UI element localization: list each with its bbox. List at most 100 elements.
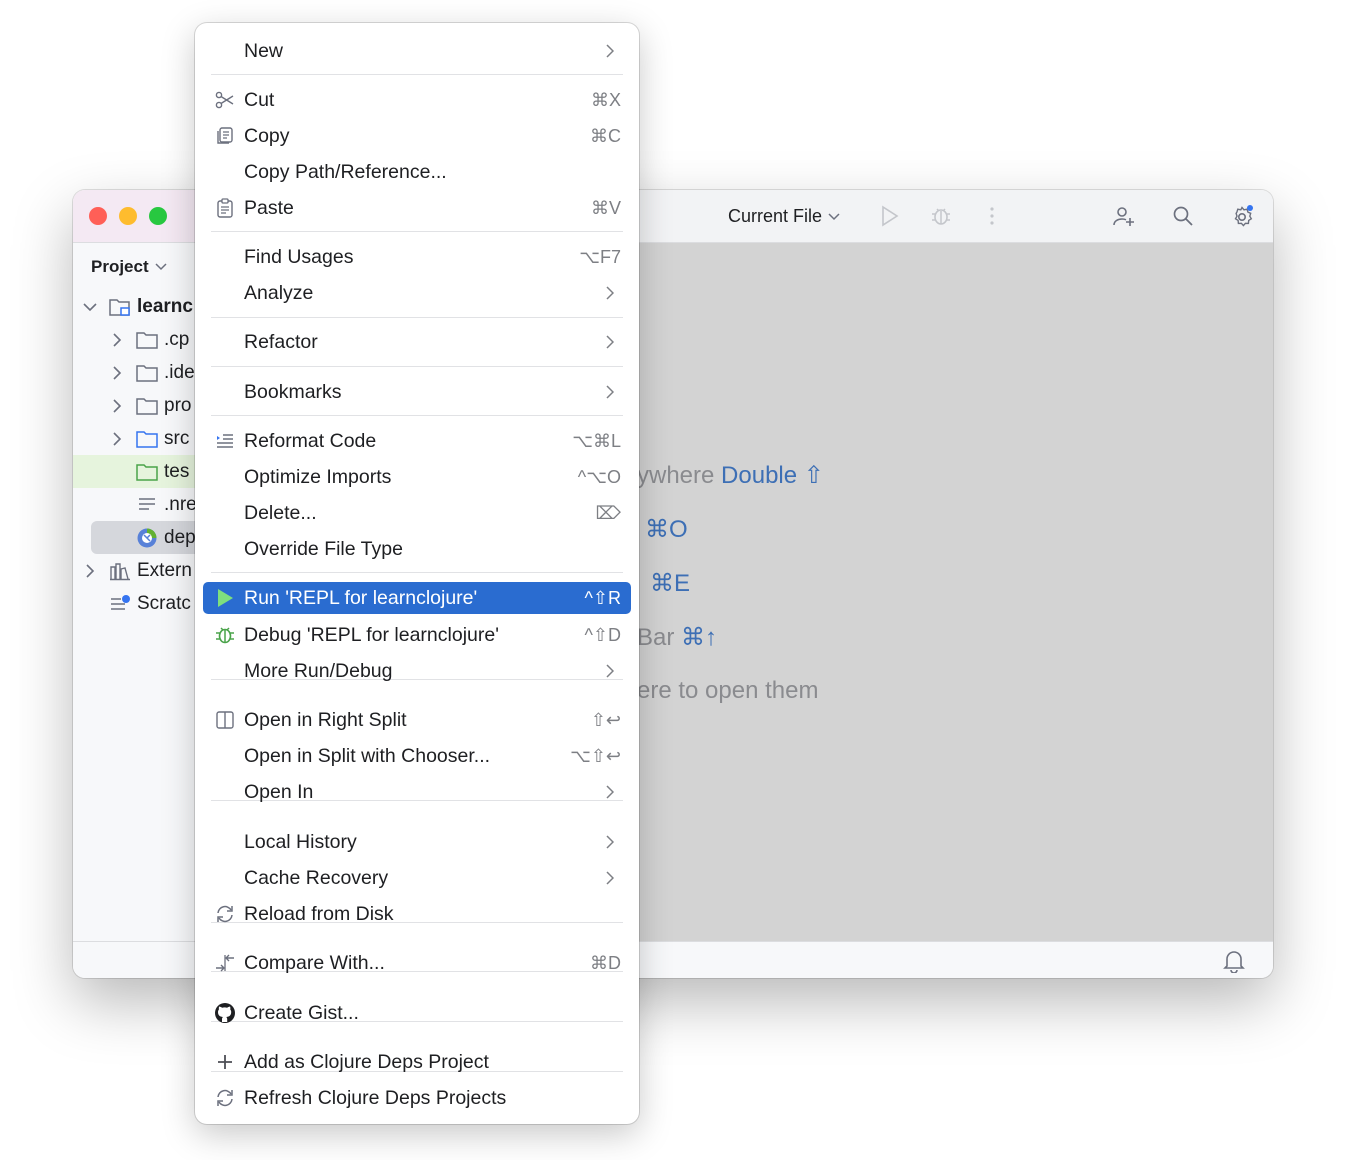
- tree-item-label: pro: [164, 394, 192, 416]
- more-actions-button[interactable]: [979, 203, 1005, 229]
- menu-item-label: Delete...: [244, 502, 317, 524]
- scratches-icon: [109, 594, 131, 614]
- menu-separator: [211, 317, 623, 318]
- menu-item-copy[interactable]: Copy ⌘C: [203, 120, 631, 152]
- copy-icon: [214, 125, 236, 147]
- tree-item-label: .nre: [164, 493, 197, 515]
- search-everywhere-button[interactable]: [1170, 203, 1196, 229]
- add-user-icon: [1113, 207, 1134, 226]
- hint-text: Bar: [637, 624, 682, 651]
- minimize-window-button[interactable]: [119, 207, 137, 225]
- hint-text: ywhere: [637, 462, 722, 489]
- notifications-button[interactable]: [1223, 949, 1245, 974]
- menu-item-label: Open In: [244, 781, 314, 803]
- menu-item-compare-with[interactable]: Compare With... ⌘D: [203, 947, 631, 979]
- chevron-right-icon: [603, 784, 617, 800]
- plus-icon: [214, 1051, 236, 1073]
- menu-item-local-history[interactable]: Local History: [203, 826, 631, 858]
- search-icon: [1173, 206, 1193, 226]
- tree-item-selected[interactable]: dep: [91, 521, 208, 554]
- menu-separator: [211, 366, 623, 367]
- menu-item-label: Refresh Clojure Deps Projects: [244, 1087, 507, 1109]
- menu-item-bookmarks[interactable]: Bookmarks: [203, 376, 631, 408]
- tree-item[interactable]: .cp: [73, 323, 208, 356]
- chevron-right-icon[interactable]: [110, 398, 124, 413]
- tree-item[interactable]: .ide: [73, 356, 208, 389]
- menu-item-debug-repl[interactable]: Debug 'REPL for learnclojure' ^⇧D: [203, 619, 631, 651]
- menu-item-override-file-type[interactable]: Override File Type: [203, 533, 631, 565]
- source-folder-icon: [136, 429, 158, 449]
- refresh-icon: [214, 1087, 236, 1109]
- tree-item[interactable]: src: [73, 422, 208, 455]
- tree-item-root[interactable]: learnc: [73, 290, 208, 323]
- hint-text: ere to open them: [637, 677, 819, 704]
- menu-item-shortcut: ⌘D: [590, 953, 621, 973]
- tree-item[interactable]: pro: [73, 389, 208, 422]
- menu-item-cut[interactable]: Cut ⌘X: [203, 84, 631, 116]
- project-view-selector[interactable]: Project: [91, 257, 167, 277]
- menu-item-label: Local History: [244, 831, 357, 853]
- gear-icon: [1234, 205, 1253, 227]
- menu-item-label: Bookmarks: [244, 381, 342, 403]
- menu-item-open-in[interactable]: Open In: [203, 776, 631, 808]
- menu-item-run-repl[interactable]: Run 'REPL for learnclojure' ^⇧R: [203, 582, 631, 614]
- menu-item-reformat-code[interactable]: Reformat Code ⌥⌘L: [203, 425, 631, 457]
- chevron-right-icon: [603, 334, 617, 350]
- chevron-right-icon: [603, 285, 617, 301]
- menu-item-open-in-right-split[interactable]: Open in Right Split ⇧↩: [203, 704, 631, 736]
- menu-item-reload-from-disk[interactable]: Reload from Disk: [203, 898, 631, 930]
- run-config-label: Current File: [728, 206, 823, 226]
- menu-item-refactor[interactable]: Refactor: [203, 326, 631, 358]
- chevron-right-icon: [603, 870, 617, 886]
- menu-item-refresh-clojure-deps-projects[interactable]: Refresh Clojure Deps Projects: [203, 1082, 631, 1114]
- menu-item-add-clojure-deps-project[interactable]: Add as Clojure Deps Project: [203, 1046, 631, 1078]
- menu-item-shortcut: ⌥F7: [579, 247, 621, 267]
- tree-item-label: .cp: [164, 328, 190, 350]
- menu-item-analyze[interactable]: Analyze: [203, 277, 631, 309]
- run-button[interactable]: [877, 203, 903, 229]
- menu-separator: [211, 74, 623, 75]
- chevron-right-icon[interactable]: [110, 332, 124, 347]
- debug-button[interactable]: [928, 203, 954, 229]
- menu-item-create-gist[interactable]: Create Gist...: [203, 997, 631, 1029]
- menu-item-find-usages[interactable]: Find Usages ⌥F7: [203, 241, 631, 273]
- zoom-window-button[interactable]: [149, 207, 167, 225]
- menu-item-label: Create Gist...: [244, 1002, 359, 1024]
- tree-item-label: tes: [164, 460, 190, 482]
- menu-item-new[interactable]: New: [203, 35, 631, 67]
- goto-file-hint: ⌘O: [645, 515, 688, 544]
- tree-item-label: Scratc: [137, 592, 191, 614]
- chevron-down-icon[interactable]: [83, 300, 97, 314]
- chevron-right-icon[interactable]: [83, 563, 97, 578]
- search-everywhere-hint: ywhere Double ⇧: [637, 461, 824, 490]
- tree-item[interactable]: tes: [73, 455, 208, 488]
- menu-item-cache-recovery[interactable]: Cache Recovery: [203, 862, 631, 894]
- menu-item-paste[interactable]: Paste ⌘V: [203, 192, 631, 224]
- chevron-down-icon: [828, 212, 840, 220]
- project-view-title: Project: [91, 257, 149, 276]
- close-window-button[interactable]: [89, 207, 107, 225]
- tree-item[interactable]: Scratc: [73, 587, 208, 620]
- menu-item-open-in-split-with-chooser[interactable]: Open in Split with Chooser... ⌥⇧↩: [203, 740, 631, 772]
- menu-item-label: Run 'REPL for learnclojure': [244, 587, 478, 609]
- tree-item[interactable]: Extern: [73, 554, 208, 587]
- menu-item-optimize-imports[interactable]: Optimize Imports ^⌥O: [203, 461, 631, 493]
- tree-item[interactable]: .nre: [73, 488, 208, 521]
- chevron-right-icon[interactable]: [110, 431, 124, 446]
- text-file-icon: [136, 495, 158, 515]
- code-with-me-button[interactable]: [1111, 203, 1137, 229]
- settings-button[interactable]: [1229, 203, 1255, 229]
- menu-item-shortcut: ⌘C: [590, 126, 621, 146]
- menu-item-copy-path-reference[interactable]: Copy Path/Reference...: [203, 156, 631, 188]
- menu-item-delete[interactable]: Delete... ⌦: [203, 497, 631, 529]
- chevron-right-icon[interactable]: [110, 365, 124, 380]
- menu-item-more-run-debug[interactable]: More Run/Debug: [203, 655, 631, 687]
- menu-item-label: Copy: [244, 125, 290, 147]
- menu-item-label: Compare With...: [244, 952, 385, 974]
- run-config-selector[interactable]: Current File: [728, 206, 840, 227]
- menu-separator: [211, 572, 623, 573]
- project-context-menu: New Cut ⌘X Copy ⌘C Copy Path/Reference... Past…: [195, 23, 639, 1124]
- menu-item-shortcut: ^⇧R: [584, 588, 621, 608]
- menu-item-label: Debug 'REPL for learnclojure': [244, 624, 499, 646]
- menu-item-shortcut: ^⇧D: [584, 625, 621, 645]
